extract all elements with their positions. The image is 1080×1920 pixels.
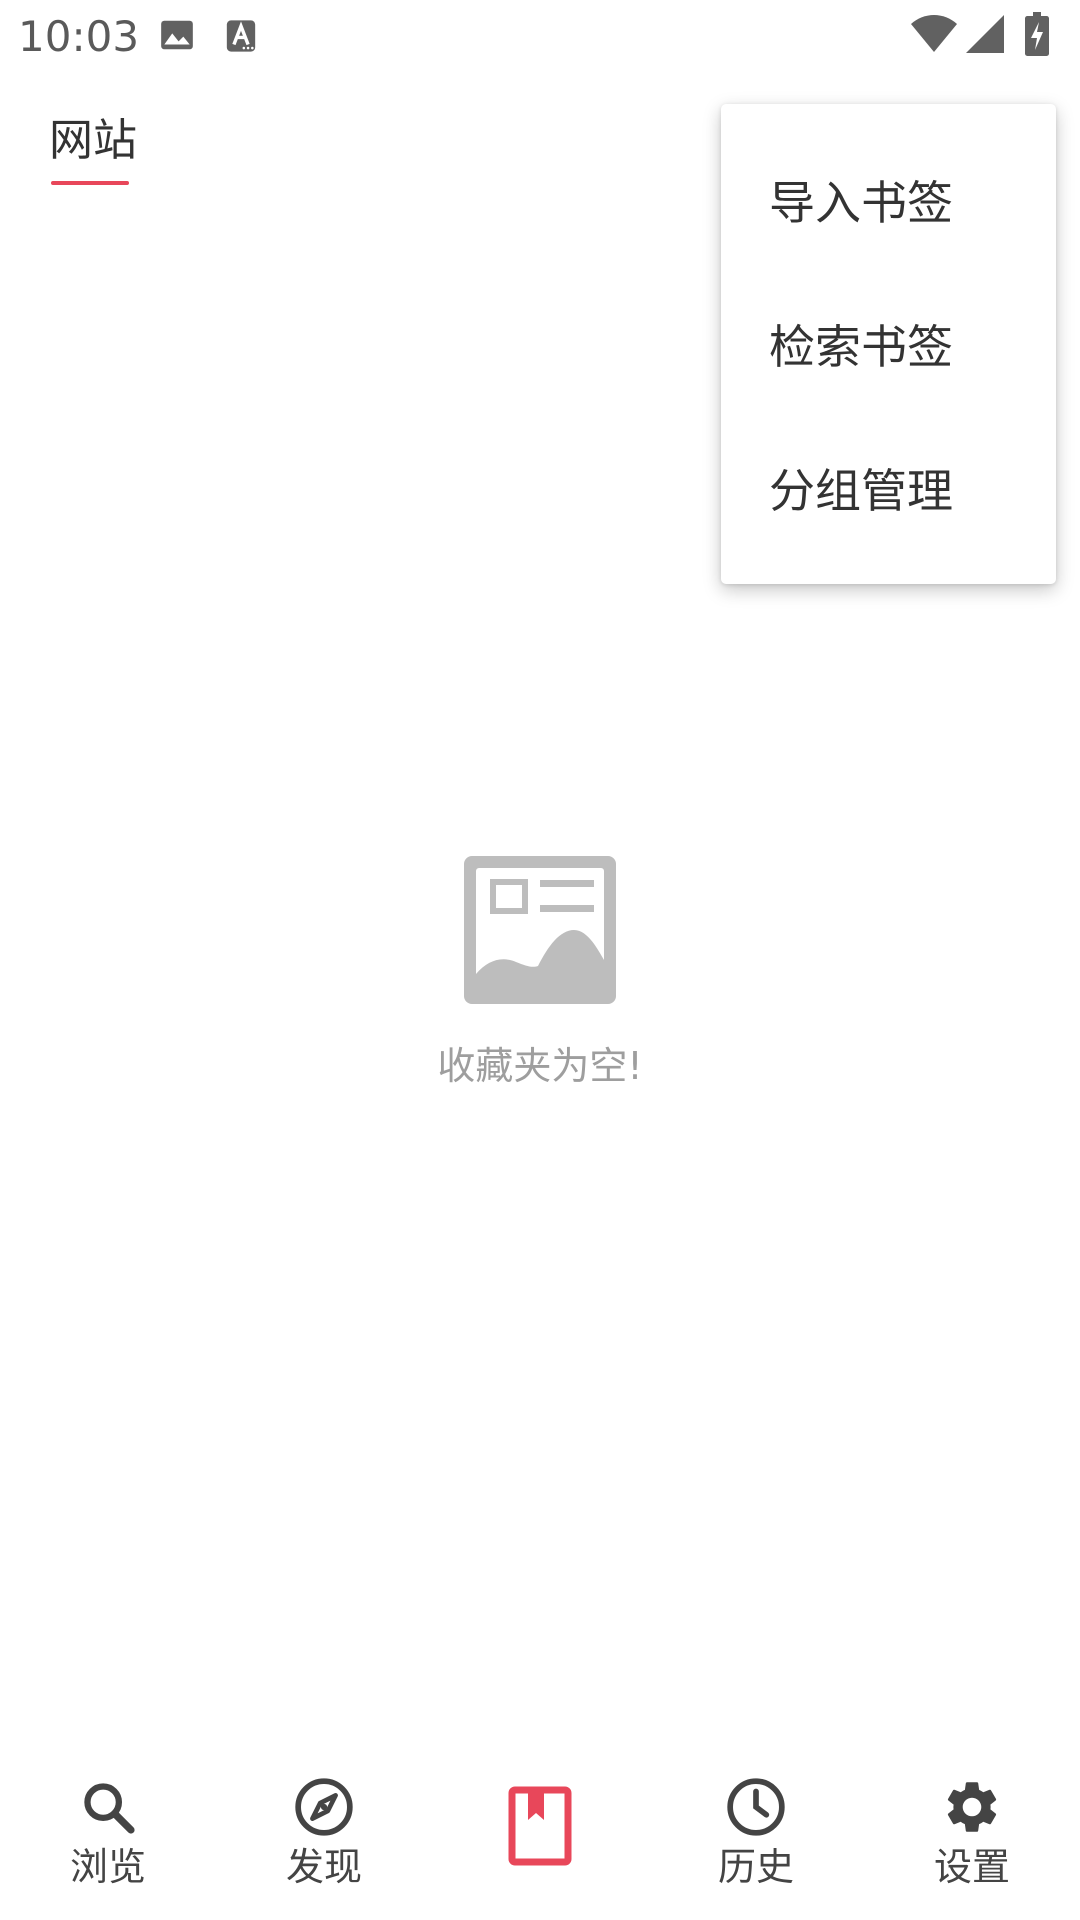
wifi-icon <box>910 14 958 58</box>
battery-charging-icon <box>1024 12 1050 60</box>
menu-item-label: 检索书签 <box>769 320 953 374</box>
bottom-nav: 浏览 发现 历史 设置 <box>0 1740 1080 1920</box>
menu-item-manage-groups[interactable]: 分组管理 <box>721 416 1056 560</box>
overflow-menu: 导入书签 检索书签 分组管理 <box>721 104 1056 584</box>
empty-message: 收藏夹为空! <box>437 1044 643 1088</box>
signal-icon <box>966 14 1004 58</box>
nav-item-settings[interactable]: 设置 <box>864 1740 1080 1920</box>
tab-website[interactable]: 网站 <box>49 112 137 185</box>
search-icon <box>79 1778 137 1840</box>
clock-icon <box>725 1776 787 1842</box>
nav-item-bookmarks[interactable] <box>432 1740 648 1920</box>
image-placeholder-icon <box>464 856 616 1008</box>
nav-label: 设置 <box>933 1845 1010 1889</box>
tab-indicator <box>51 181 129 185</box>
menu-item-label: 分组管理 <box>769 464 953 518</box>
status-time: 10:03 <box>18 12 140 61</box>
screen: 10:03 网站 收藏夹为空! 浏览 发现 历史 设置 导入书签 检索书签 分组… <box>0 0 1080 1920</box>
nav-label: 浏览 <box>69 1845 146 1889</box>
gear-icon <box>941 1776 1003 1842</box>
menu-item-label: 导入书签 <box>769 176 953 230</box>
compass-icon <box>293 1776 355 1842</box>
status-bar: 10:03 <box>0 0 1080 74</box>
nav-label: 发现 <box>285 1845 362 1889</box>
nav-item-browse[interactable]: 浏览 <box>0 1740 216 1920</box>
nav-item-discover[interactable]: 发现 <box>216 1740 432 1920</box>
image-icon <box>158 16 196 58</box>
menu-item-search-bookmarks[interactable]: 检索书签 <box>721 272 1056 416</box>
text-a-icon <box>224 18 258 58</box>
nav-label: 历史 <box>717 1845 794 1889</box>
bookmark-icon <box>508 1786 572 1870</box>
tab-label: 网站 <box>49 115 137 166</box>
menu-item-import-bookmarks[interactable]: 导入书签 <box>721 128 1056 272</box>
nav-item-history[interactable]: 历史 <box>648 1740 864 1920</box>
